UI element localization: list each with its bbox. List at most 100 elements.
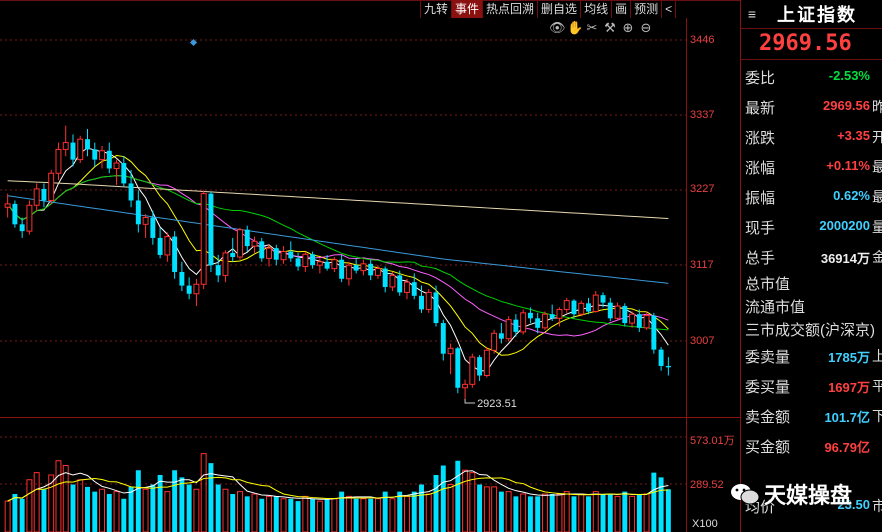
toolbar-tab[interactable]: 九转 [421,0,453,18]
candle-body [310,254,316,266]
candle-body [600,295,606,303]
candle-body [549,314,555,319]
wechat-icon [731,484,760,505]
candle [592,291,599,313]
candle [586,297,591,315]
quote-side-label: 上 [872,346,882,366]
candle [345,261,352,286]
volume-bar [397,491,403,532]
candle-body [186,285,192,294]
candle [193,278,200,307]
volume-bar [651,472,657,532]
candle [295,252,301,271]
kline-chart[interactable]: 2923.51 [0,0,740,532]
quote-value: +0.11% [826,158,870,173]
candle-body [541,313,548,329]
toolbar-tab[interactable]: 均线 [581,0,613,18]
market-value-rows: 总市值 流通市值 三市成交额(沪深京) [741,270,882,339]
candle-body [374,268,381,276]
candle-body [665,365,671,368]
candle-body [556,308,563,319]
candle [665,357,671,376]
volume-bar [92,491,98,532]
candle-body [230,252,236,257]
toolbar-tab[interactable]: 热点回溯 [483,0,539,18]
volume-tick-top: 573.01万 [690,435,735,447]
candle-body [477,357,483,376]
zoom-in-icon[interactable]: ⊕ [621,21,635,35]
candle-body [48,172,55,201]
wrench-icon[interactable]: ⚒ [603,21,617,35]
hand-icon[interactable]: ✋ [567,21,583,35]
price-tick: 3227 [690,183,715,195]
quote-side-label: 量 [872,217,882,237]
candle-body [455,348,461,388]
volume-bar [411,491,417,532]
quote-row: 买金额 96.79亿 [741,429,882,459]
candle [571,299,577,319]
volume-bar [128,486,134,532]
candle-body [447,347,454,355]
quote-value: +3.35 [837,128,870,143]
quote-key: 涨跌 [745,130,776,147]
low-price-label: 2923.51 [477,398,517,410]
scissors-icon[interactable]: ✂ [585,21,599,35]
candle [99,145,105,169]
volume-bar [77,479,84,532]
candle [92,142,98,167]
quote-row: 委买量 1697万平 [741,369,882,399]
candle-body [150,217,156,238]
candle [614,302,621,320]
quote-side-label: 最 [872,187,882,207]
candle-body [592,294,599,312]
candle-body [244,229,250,247]
quote-value: 2969.56 [823,98,870,113]
quote-row: 委比 -2.53% [741,60,882,90]
candle [491,329,498,354]
candle-body [658,349,664,366]
menu-icon[interactable]: ≡ [741,6,763,22]
toolbar-tab[interactable]: 预测 [631,0,663,18]
candle-body [440,323,446,354]
candle-body [382,268,388,287]
candle [541,311,548,330]
candle [77,135,84,164]
volume-bar [230,494,236,532]
candle [382,266,388,293]
candle [651,312,657,354]
candle-body [26,204,33,232]
nav-left-button[interactable]: < [662,0,677,18]
volume-bar [629,495,636,532]
quote-side-label: 平 [872,376,882,396]
quote-row: 涨跌 +3.35开 [741,120,882,150]
quote-key: 现手 [745,220,776,237]
volume-bar [586,496,591,532]
candle [563,297,570,313]
candle-body [128,183,134,201]
candle-body [33,188,40,206]
candle-body [70,142,76,160]
chart-panel[interactable]: 2923.51 九转 事件 热点回溯 删自选 均线画预测 < 👁 ✋ ✂ ⚒ ⊕ ⊖ 34… [0,0,740,532]
candle [360,259,367,276]
volume-bar [477,484,483,532]
candle-body [425,291,432,310]
toolbar-tab[interactable]: 画 [612,0,632,18]
index-name: 上证指数 [777,5,857,25]
candle-body [19,224,25,232]
candle-body [636,314,642,328]
plain-row: 三市成交额(沪深京) [741,316,882,339]
quote-header: ≡ 上证指数 [741,0,882,29]
volume-bar [447,484,454,532]
volume-bar [106,494,112,532]
volume-bar [571,496,577,532]
zoom-out-icon[interactable]: ⊖ [639,21,653,35]
volume-tick-mid: 289.52 [690,479,724,491]
candle-body [200,193,207,285]
candle [128,169,134,208]
eye-icon[interactable]: 👁 [549,21,566,35]
volume-bar [600,494,606,532]
candle-body [498,333,504,339]
toolbar-tab[interactable]: 事件 [452,0,484,18]
volume-bar [491,486,498,532]
toolbar-tab[interactable]: 删自选 [538,0,582,18]
